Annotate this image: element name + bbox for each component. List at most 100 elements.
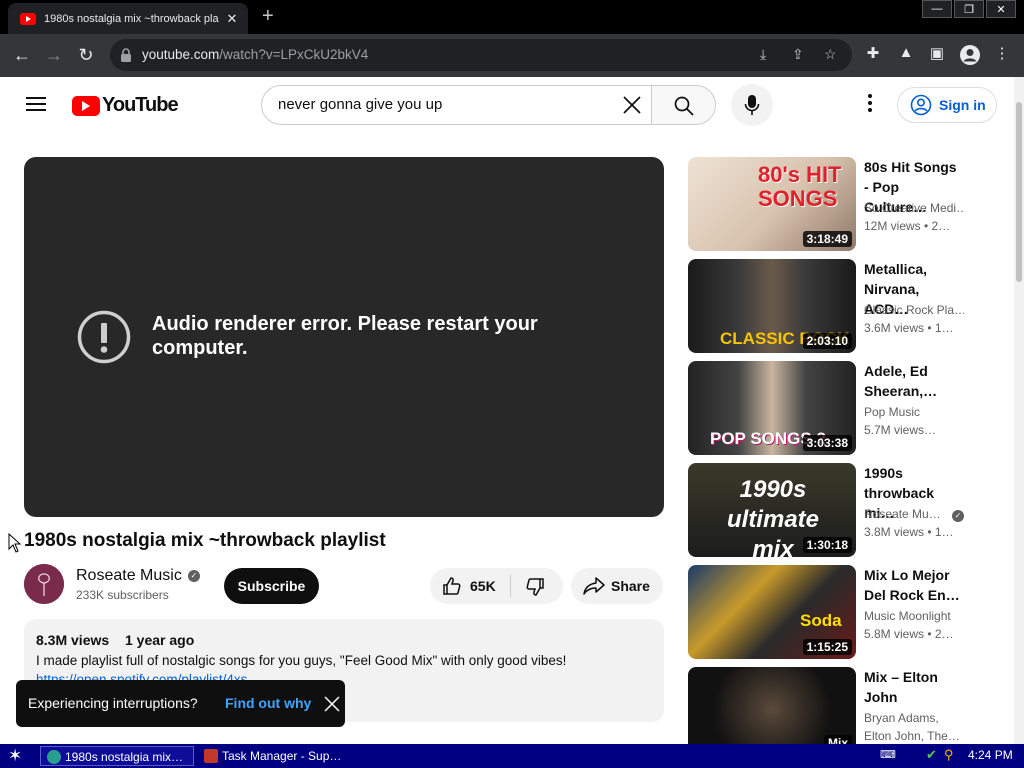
recommendation-meta: 3.6M views • 1… <box>864 321 954 335</box>
like-divider <box>510 575 511 597</box>
duration-badge: 2:03:10 <box>802 333 852 349</box>
recommendation-thumbnail[interactable]: Soda 1:15:25 <box>688 565 856 659</box>
youtube-logo[interactable]: YouTube <box>72 94 179 117</box>
reload-icon[interactable]: ↻ <box>74 43 98 67</box>
find-out-why-link[interactable]: Find out why <box>225 695 311 711</box>
recommendation-channel[interactable]: Music Moonlight <box>864 609 964 623</box>
share-icon[interactable]: ⇪ <box>792 46 804 63</box>
recommendation-channel[interactable]: So Creative Medi… <box>864 201 964 215</box>
page-scrollbar[interactable] <box>1014 77 1024 744</box>
guide-menu-icon[interactable] <box>26 97 46 111</box>
browser-tab[interactable]: 1980s nostalgia mix ~throwback pla ✕ <box>8 3 248 34</box>
subscriber-count: 233K subscribers <box>76 588 169 602</box>
channel-avatar[interactable] <box>24 564 64 604</box>
settings-menu-icon[interactable] <box>862 94 878 116</box>
recommendation-item[interactable]: POP SONGS 2 3:03:38 Adele, Ed Sheeran,… … <box>688 361 998 455</box>
taskbar-item-browser[interactable]: 1980s nostalgia mix… <box>40 746 194 766</box>
share-button[interactable]: Share <box>571 568 663 604</box>
star-icon[interactable]: ☆ <box>824 46 837 63</box>
subscribe-button[interactable]: Subscribe <box>224 568 319 604</box>
address-bar[interactable]: youtube.com/watch?v=LPxCkU2bkV4 ⤓ ⇪ ☆ <box>110 39 852 71</box>
lock-icon[interactable] <box>120 48 132 62</box>
new-tab-icon[interactable]: + <box>262 6 274 26</box>
recommendation-thumbnail[interactable]: POP SONGS 2 3:03:38 <box>688 361 856 455</box>
description-text: I made playlist full of nostalgic songs … <box>36 653 567 668</box>
side-panel-icon[interactable]: ▣ <box>926 44 948 62</box>
search-button[interactable] <box>651 85 716 125</box>
video-player[interactable]: Audio renderer error. Please restart you… <box>24 157 664 517</box>
taskbar-item-task-manager[interactable]: Task Manager - Sup… <box>198 746 358 766</box>
user-circle-icon <box>910 94 932 116</box>
search-input[interactable]: never gonna give you up <box>261 85 652 125</box>
interruption-toast: Experiencing interruptions? Find out why <box>16 680 345 727</box>
duration-badge: 3:18:49 <box>802 231 852 247</box>
scrollbar-thumb[interactable] <box>1016 102 1022 282</box>
clear-search-icon[interactable] <box>621 94 643 116</box>
sign-in-button[interactable]: Sign in <box>897 87 997 123</box>
os-taskbar: ✶ 1980s nostalgia mix… Task Manager - Su… <box>0 744 1024 768</box>
toast-message: Experiencing interruptions? <box>28 695 198 711</box>
recommendation-channel[interactable]: Bryan Adams, <box>864 711 964 725</box>
voice-search-button[interactable] <box>731 84 773 126</box>
install-icon[interactable]: ⤓ <box>760 46 766 63</box>
task-label: 1980s nostalgia mix… <box>65 750 184 764</box>
recommendation-meta: 3.8M views • 1… <box>864 525 954 539</box>
menu-icon[interactable]: ⋮ <box>991 44 1013 62</box>
recommendation-meta: 5.7M views… <box>864 423 937 437</box>
duration-badge: 3:03:38 <box>802 435 852 451</box>
network-icon[interactable]: ✔ <box>926 747 937 763</box>
video-title: 1980s nostalgia mix ~throwback playlist <box>24 530 386 551</box>
mouse-cursor-icon <box>8 533 22 553</box>
verified-badge-icon: ✓ <box>187 570 200 582</box>
recommendation-item[interactable]: 80's HIT SONGS 3:18:49 80s Hit Songs - P… <box>688 157 998 251</box>
window-controls: — ❐ ✕ <box>920 0 1016 18</box>
recommendation-title[interactable]: Mix – Elton John <box>864 667 964 707</box>
player-error-message: Audio renderer error. Please restart you… <box>152 313 538 359</box>
recommendation-item[interactable]: Mix Mix – Elton John Bryan Adams, Elton … <box>688 667 998 744</box>
minimize-icon[interactable]: — <box>922 0 952 18</box>
profile-labs-icon[interactable]: ▲ <box>895 44 917 61</box>
recommendation-title[interactable]: Mix Lo Mejor Del Rock En… <box>864 565 964 605</box>
search-input-value[interactable]: never gonna give you up <box>278 96 442 113</box>
duration-badge: 1:15:25 <box>802 639 852 655</box>
like-count[interactable]: 65K <box>470 578 496 594</box>
back-icon[interactable]: ← <box>10 43 34 67</box>
url-text[interactable]: youtube.com/watch?v=LPxCkU2bkV4 <box>142 47 368 62</box>
recommendation-item[interactable]: 1990s ultimate mix 1:30:18 1990s throwba… <box>688 463 998 557</box>
recommendation-thumbnail[interactable]: CLASSIC ROCK 2:03:10 <box>688 259 856 353</box>
microphone-icon <box>744 95 760 115</box>
recommendation-thumbnail[interactable]: 1990s ultimate mix 1:30:18 <box>688 463 856 557</box>
share-arrow-icon <box>583 577 605 595</box>
youtube-play-icon <box>72 95 100 116</box>
search-tray-icon[interactable]: ⚲ <box>944 747 954 763</box>
youtube-favicon-icon <box>20 12 36 25</box>
close-window-icon[interactable]: ✕ <box>986 0 1016 18</box>
recommendation-channel[interactable]: Roseate Mu… ✓ <box>864 507 964 522</box>
keyboard-icon[interactable]: ⌨ <box>880 748 896 761</box>
recommendation-channel[interactable]: Classic Rock Pla… <box>864 303 964 317</box>
recommendation-meta: 12M views • 2… <box>864 219 951 233</box>
recommendation-title[interactable]: Adele, Ed Sheeran,… <box>864 361 964 401</box>
dislike-icon[interactable] <box>525 577 545 597</box>
recommendation-item[interactable]: CLASSIC ROCK 2:03:10 Metallica, Nirvana,… <box>688 259 998 353</box>
forward-icon[interactable]: → <box>42 43 66 67</box>
channel-name-link[interactable]: Roseate Music ✓ <box>76 567 200 585</box>
recommendation-thumbnail[interactable]: 80's HIT SONGS 3:18:49 <box>688 157 856 251</box>
account-icon[interactable] <box>959 44 981 66</box>
extensions-icon[interactable]: ✚ <box>862 44 884 62</box>
browser-app-icon <box>47 750 61 764</box>
start-icon[interactable]: ✶ <box>8 746 22 766</box>
recommendation-item[interactable]: Soda 1:15:25 Mix Lo Mejor Del Rock En… M… <box>688 565 998 659</box>
duration-badge: Mix <box>823 735 852 744</box>
duration-badge: 1:30:18 <box>802 537 852 553</box>
task-label: Task Manager - Sup… <box>222 749 342 763</box>
like-icon[interactable] <box>442 576 462 596</box>
tab-close-icon[interactable]: ✕ <box>224 11 240 27</box>
like-dislike-group: 65K <box>430 568 563 604</box>
recommendation-channel[interactable]: Pop Music <box>864 405 964 419</box>
channel-name: Roseate Music <box>76 567 182 584</box>
recommendation-thumbnail[interactable]: Mix <box>688 667 856 744</box>
restore-icon[interactable]: ❐ <box>954 0 984 18</box>
tab-title: 1980s nostalgia mix ~throwback pla <box>44 12 219 25</box>
toast-close-icon[interactable] <box>323 695 341 713</box>
